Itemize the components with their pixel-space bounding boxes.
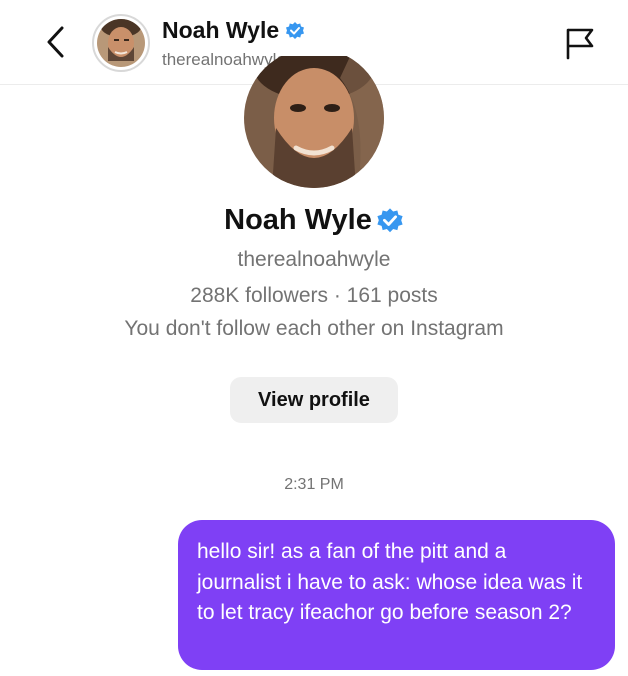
header-avatar[interactable] [92,14,150,72]
profile-photo-large [244,56,384,188]
verified-badge-icon [286,21,305,39]
message-timestamp: 2:31 PM [284,476,344,493]
flag-icon [566,28,594,60]
profile-avatar[interactable] [244,56,384,188]
report-button[interactable] [562,24,598,62]
profile-stats: 288K followers · 161 posts [190,284,438,307]
outgoing-message-bubble[interactable]: hello sir! as a fan of the pitt and a jo… [178,520,615,670]
header-name-row[interactable]: Noah Wyle [162,17,305,44]
verified-badge-icon [377,207,403,232]
profile-name-row: Noah Wyle [0,204,628,237]
profile-username: therealnoahwyle [237,248,391,271]
profile-name: Noah Wyle [224,204,372,236]
chevron-left-icon [47,26,64,58]
profile-photo [97,19,145,67]
view-profile-button[interactable]: View profile [230,377,398,423]
header-name: Noah Wyle [162,17,280,43]
message-text: hello sir! as a fan of the pitt and a jo… [197,540,583,624]
back-button[interactable] [38,22,72,62]
follow-status: You don't follow each other on Instagram [124,317,504,340]
